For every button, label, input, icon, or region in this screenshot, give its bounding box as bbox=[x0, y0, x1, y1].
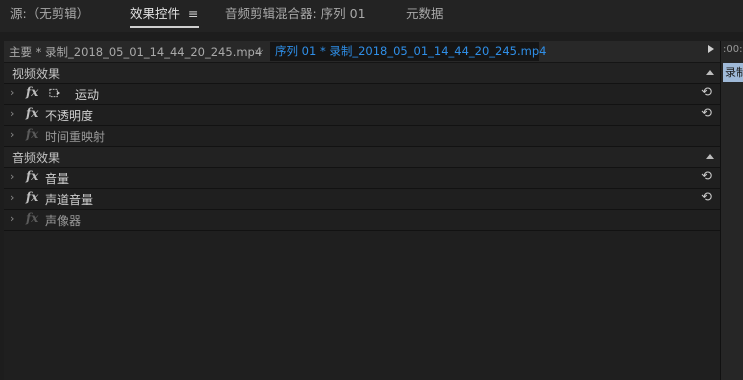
mini-timeline[interactable]: :00:0 录制 bbox=[720, 41, 743, 380]
effect-label: 运动 bbox=[75, 88, 100, 102]
fx-toggle-icon[interactable]: fx bbox=[26, 85, 38, 99]
expand-chevron-icon[interactable]: › bbox=[10, 191, 14, 204]
effect-controls-panel: 主要 * 录制_2018_05_01_14_44_20_245.mp4 ⌵ 序列… bbox=[4, 41, 720, 380]
tab-audio-clip-mixer[interactable]: 音频剪辑混合器: 序列 01 bbox=[225, 6, 366, 26]
hamburger-menu-icon[interactable]: ≡ bbox=[188, 6, 198, 22]
reset-icon[interactable]: ⟲ bbox=[701, 106, 712, 121]
tab-source[interactable]: 源:（无剪辑） bbox=[10, 6, 89, 26]
play-triangle-icon[interactable] bbox=[708, 45, 714, 53]
effect-row-opacity[interactable]: › fx 不透明度 ⟲ bbox=[4, 105, 720, 126]
timecode-label: :00:0 bbox=[723, 44, 743, 55]
expand-chevron-icon[interactable]: › bbox=[10, 86, 14, 99]
transform-box-icon[interactable] bbox=[49, 88, 60, 98]
video-effects-title: 视频效果 bbox=[12, 67, 61, 81]
tab-effect-controls[interactable]: 效果控件 ≡ bbox=[130, 6, 199, 28]
reset-icon[interactable]: ⟲ bbox=[701, 85, 712, 100]
effect-row-motion[interactable]: › fx 运动 ⟲ bbox=[4, 84, 720, 105]
master-clip-label[interactable]: 主要 * 录制_2018_05_01_14_44_20_245.mp4 bbox=[9, 44, 262, 60]
expand-chevron-icon[interactable]: › bbox=[10, 170, 14, 183]
effect-row-channel-volume[interactable]: › fx 声道音量 ⟲ bbox=[4, 189, 720, 210]
effect-row-time-remapping[interactable]: › fx 时间重映射 bbox=[4, 126, 720, 147]
reset-icon[interactable]: ⟲ bbox=[701, 169, 712, 184]
effect-row-volume[interactable]: › fx 音量 ⟲ bbox=[4, 168, 720, 189]
fx-toggle-icon[interactable]: fx bbox=[26, 169, 38, 183]
fx-toggle-icon: fx bbox=[26, 127, 39, 141]
clip-selector-bar: 主要 * 录制_2018_05_01_14_44_20_245.mp4 ⌵ 序列… bbox=[4, 41, 720, 63]
tab-metadata[interactable]: 元数据 bbox=[406, 6, 444, 26]
fx-toggle-icon[interactable]: fx bbox=[26, 106, 38, 120]
audio-effects-header[interactable]: 音频效果 bbox=[4, 147, 720, 168]
effect-label: 声道音量 bbox=[45, 193, 94, 207]
fx-toggle-icon: fx bbox=[26, 211, 39, 225]
collapse-up-icon[interactable] bbox=[706, 154, 714, 159]
collapse-up-icon[interactable] bbox=[706, 70, 714, 75]
active-tab-indicator bbox=[130, 26, 199, 28]
expand-chevron-icon[interactable]: › bbox=[10, 128, 14, 141]
audio-effects-title: 音频效果 bbox=[12, 151, 61, 165]
effect-label: 时间重映射 bbox=[45, 130, 106, 144]
video-effects-header[interactable]: 视频效果 bbox=[4, 63, 720, 84]
expand-chevron-icon[interactable]: › bbox=[10, 107, 14, 120]
effect-row-panner[interactable]: › fx 声像器 bbox=[4, 210, 720, 231]
chevron-down-icon[interactable]: ⌵ bbox=[255, 44, 263, 58]
panel-tab-bar: 源:（无剪辑） 效果控件 ≡ 音频剪辑混合器: 序列 01 元数据 bbox=[0, 0, 743, 32]
tab-effect-controls-label: 效果控件 bbox=[130, 6, 181, 21]
reset-icon[interactable]: ⟲ bbox=[701, 190, 712, 205]
effect-label: 声像器 bbox=[45, 214, 82, 228]
expand-chevron-icon[interactable]: › bbox=[10, 212, 14, 225]
sequence-clip-label[interactable]: 序列 01 * 录制_2018_05_01_14_44_20_245.mp4 bbox=[270, 42, 546, 61]
timeline-clip[interactable]: 录制 bbox=[723, 63, 743, 82]
fx-toggle-icon[interactable]: fx bbox=[26, 190, 38, 204]
effect-label: 不透明度 bbox=[45, 109, 94, 123]
effect-label: 音量 bbox=[45, 172, 70, 186]
